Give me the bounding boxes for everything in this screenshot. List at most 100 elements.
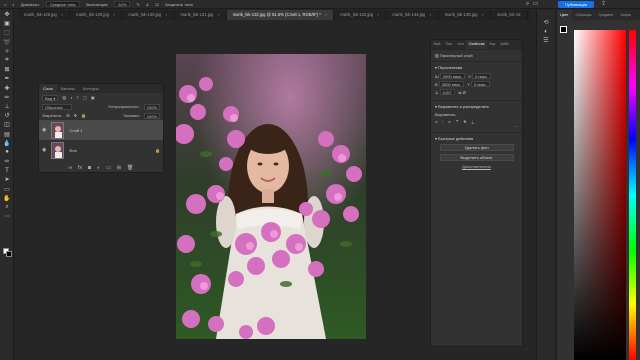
tab-paths[interactable]: Контуры bbox=[79, 84, 103, 93]
more-link[interactable]: Дополнительно bbox=[435, 164, 518, 169]
adjustment-layer-icon[interactable]: ◐ bbox=[97, 165, 100, 171]
align-center-icon[interactable]: ⫶ bbox=[442, 119, 445, 124]
doc-tab-active[interactable]: marik_lsk-132.jpg @ 51,5% (Слой 1, RGB/8… bbox=[226, 10, 335, 20]
flip-v-icon[interactable]: ⇵ bbox=[463, 90, 466, 95]
doc-tab[interactable]: marik_lsk-133.jpg × bbox=[334, 10, 387, 20]
tab-libraries[interactable]: Библ bbox=[498, 40, 511, 49]
color-picker-field[interactable] bbox=[574, 30, 626, 360]
rectangle-tool-icon[interactable]: ▭ bbox=[0, 185, 14, 194]
delete-layer-icon[interactable]: 🗑 bbox=[127, 165, 133, 171]
workspace-icon[interactable]: ▭ bbox=[532, 1, 539, 8]
height-input[interactable]: 3000 пикс. bbox=[438, 81, 465, 87]
eraser-tool-icon[interactable]: ◫ bbox=[0, 120, 14, 129]
doc-tab[interactable]: marik_lsk-134.jpg × bbox=[386, 10, 439, 20]
y-input[interactable]: 0 пикс. bbox=[470, 81, 490, 87]
select-subject-button[interactable]: Выделить объект bbox=[439, 154, 514, 161]
doc-tab[interactable]: marik_lsk-128.jpg × bbox=[18, 10, 71, 20]
doc-tab[interactable]: marik_lsk-130.jpg × bbox=[122, 10, 175, 20]
new-group-icon[interactable]: ▭ bbox=[106, 165, 111, 171]
quick-select-tool-icon[interactable]: ✧ bbox=[0, 47, 14, 56]
crop-tool-icon[interactable]: ⌗ bbox=[0, 56, 14, 65]
pen-tool-icon[interactable]: ✑ bbox=[0, 157, 14, 166]
hue-slider[interactable] bbox=[629, 30, 636, 360]
tab-canvas[interactable]: Хол bbox=[455, 40, 466, 49]
tab-swatches[interactable]: Образцы bbox=[573, 10, 595, 20]
fx-icon[interactable]: fx bbox=[78, 165, 82, 171]
filter-shape-icon[interactable]: ▢ bbox=[83, 95, 87, 100]
eyedropper-tool-icon[interactable]: ✒ bbox=[0, 74, 14, 83]
link-layers-icon[interactable]: ∞ bbox=[69, 165, 73, 171]
range-select[interactable]: Средние тона bbox=[45, 1, 80, 7]
visibility-eye-icon[interactable]: ◉ bbox=[42, 147, 46, 153]
tab-patterns[interactable]: Узоры bbox=[617, 10, 634, 20]
tab-layers[interactable]: Слои bbox=[39, 84, 57, 93]
move-tool-icon[interactable]: ✥ bbox=[0, 10, 14, 19]
layer-row[interactable]: ◉ Фон 🔒 bbox=[39, 140, 163, 160]
close-icon[interactable]: × bbox=[61, 10, 63, 20]
angle-icon[interactable]: ∠ bbox=[146, 2, 150, 7]
type-tool-icon[interactable]: T bbox=[0, 166, 14, 175]
blur-tool-icon[interactable]: 💧 bbox=[0, 139, 14, 148]
close-icon[interactable]: × bbox=[165, 10, 167, 20]
brush-tool-icon[interactable]: ✏ bbox=[0, 93, 14, 102]
close-icon[interactable]: × bbox=[377, 10, 379, 20]
hand-tool-icon[interactable]: ✋ bbox=[0, 194, 14, 203]
align-top-icon[interactable]: ⊤ bbox=[456, 119, 461, 124]
tab-corrections[interactable]: Кор bbox=[487, 40, 498, 49]
layer-kind-select[interactable]: Вид ▾ bbox=[42, 94, 59, 101]
add-mask-icon[interactable]: ◙ bbox=[88, 165, 91, 171]
new-layer-icon[interactable]: ⊞ bbox=[117, 165, 121, 171]
filter-smart-icon[interactable]: ▣ bbox=[91, 95, 95, 100]
adjustments-panel-icon[interactable]: ◐ bbox=[537, 27, 555, 36]
document-canvas[interactable] bbox=[176, 54, 366, 339]
blend-mode-select[interactable]: Обычные bbox=[42, 103, 72, 110]
lock-all-icon[interactable]: 🔒 bbox=[81, 113, 86, 118]
tab-gradients[interactable]: Градиен bbox=[595, 10, 616, 20]
share-icon[interactable]: ⇪ bbox=[600, 1, 607, 8]
align-bottom-icon[interactable]: ⊥ bbox=[471, 119, 476, 124]
tab-channels[interactable]: Каналы bbox=[57, 84, 79, 93]
align-right-icon[interactable]: ⫸ bbox=[449, 119, 453, 124]
close-icon[interactable]: × bbox=[113, 10, 115, 20]
home-icon[interactable]: ⌂ bbox=[4, 2, 6, 7]
doc-tab[interactable]: marik_lsk-135.jpg × bbox=[439, 10, 491, 20]
flip-h-icon[interactable]: ⇋ bbox=[458, 90, 461, 95]
align-left-icon[interactable]: ⫷ bbox=[435, 119, 439, 124]
lock-position-icon[interactable]: ✥ bbox=[74, 113, 77, 118]
tab-operations[interactable]: Опе bbox=[443, 40, 455, 49]
more-tools-icon[interactable]: ⋯ bbox=[0, 212, 14, 221]
clone-stamp-icon[interactable]: ⊥ bbox=[0, 102, 14, 111]
marquee-tool-icon[interactable]: ⬚ bbox=[0, 28, 14, 37]
doc-tab[interactable]: marik_lsk-131.jpg × bbox=[175, 10, 227, 20]
exposure-input[interactable]: 64% bbox=[114, 1, 131, 7]
frame-tool-icon[interactable]: ⊠ bbox=[0, 65, 14, 74]
protect-tones-checkbox[interactable]: ☑ bbox=[155, 2, 159, 7]
align-middle-icon[interactable]: ⊕ bbox=[464, 119, 469, 124]
publish-button[interactable]: Публикация bbox=[558, 1, 594, 8]
zoom-tool-icon[interactable]: ⌕ bbox=[0, 203, 14, 212]
history-panel-icon[interactable]: ⟲ bbox=[537, 18, 555, 27]
close-icon[interactable]: × bbox=[429, 10, 431, 20]
doc-tab[interactable]: marik_lsk-129.jpg × bbox=[70, 10, 123, 20]
history-brush-icon[interactable]: ↺ bbox=[0, 111, 14, 120]
properties-panel-icon[interactable]: ☰ bbox=[537, 36, 555, 45]
airbrush-icon[interactable]: ✎ bbox=[136, 2, 139, 7]
close-icon[interactable]: × bbox=[481, 10, 483, 20]
tab-properties[interactable]: Свойства bbox=[466, 40, 487, 49]
close-icon[interactable]: × bbox=[325, 10, 327, 20]
lock-pixels-icon[interactable]: ⊞ bbox=[66, 113, 69, 118]
width-input[interactable]: 2000 пикс. bbox=[439, 73, 466, 79]
healing-brush-icon[interactable]: ✚ bbox=[0, 84, 14, 93]
lasso-tool-icon[interactable]: ➰ bbox=[0, 38, 14, 47]
filter-adjust-icon[interactable]: ◑ bbox=[70, 95, 72, 100]
opacity-input[interactable]: 100% bbox=[143, 103, 160, 110]
tab-color[interactable]: Цвет bbox=[557, 10, 572, 20]
remove-background-button[interactable]: Удалить фон bbox=[439, 144, 514, 151]
fill-input[interactable]: 100% bbox=[143, 112, 160, 119]
close-icon[interactable]: × bbox=[217, 10, 219, 20]
x-input[interactable]: 0 пикс. bbox=[472, 73, 491, 79]
color-panel-fg-swatch[interactable] bbox=[560, 26, 567, 33]
layer-row-selected[interactable]: ◉ Слой 1 bbox=[39, 120, 163, 140]
path-select-icon[interactable]: ➤ bbox=[0, 175, 14, 184]
search-icon[interactable]: ⌕ bbox=[524, 1, 531, 8]
